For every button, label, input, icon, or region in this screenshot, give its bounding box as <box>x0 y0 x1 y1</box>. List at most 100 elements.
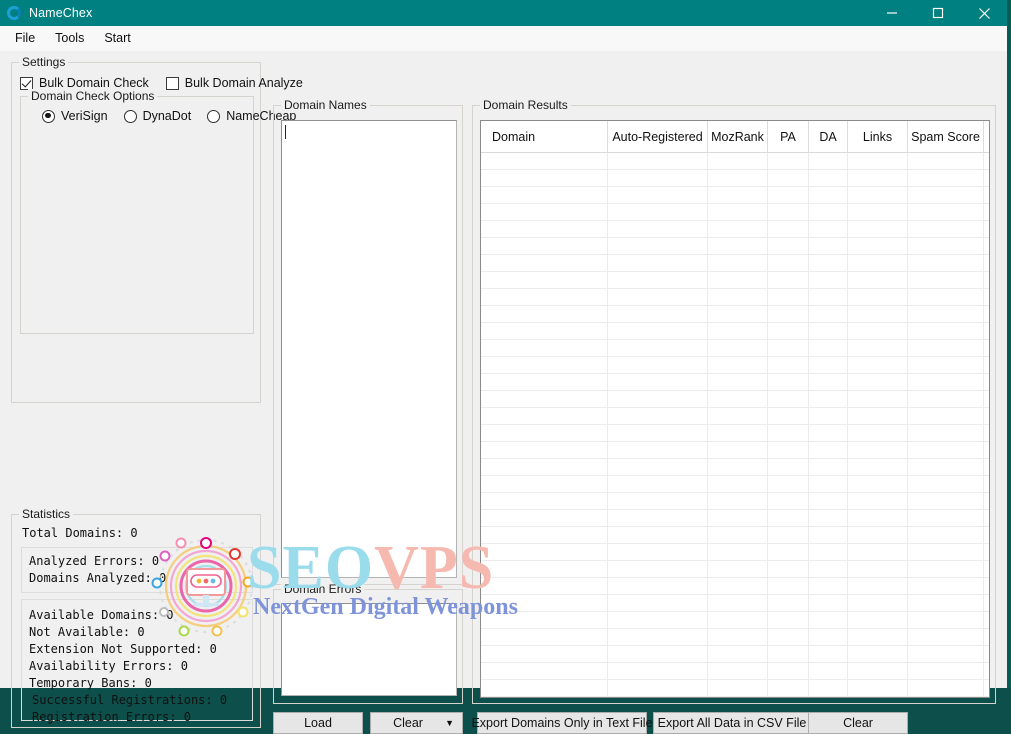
column-header-domain[interactable]: Domain <box>481 121 608 153</box>
table-row[interactable] <box>481 204 989 221</box>
table-cell <box>708 527 768 544</box>
table-cell <box>908 238 984 255</box>
close-button[interactable] <box>961 0 1007 26</box>
table-cell <box>908 646 984 663</box>
table-cell <box>908 476 984 493</box>
table-cell <box>708 170 768 187</box>
domain-errors-input[interactable] <box>281 603 457 696</box>
table-cell <box>708 408 768 425</box>
table-row[interactable] <box>481 153 989 170</box>
table-cell <box>608 187 708 204</box>
maximize-button[interactable] <box>915 0 961 26</box>
minimize-button[interactable] <box>869 0 915 26</box>
table-row[interactable] <box>481 663 989 680</box>
application-window: NameChex File Tools Start Settings Bulk … <box>0 0 1007 734</box>
table-row[interactable] <box>481 476 989 493</box>
table-row[interactable] <box>481 425 989 442</box>
column-header-links[interactable]: Links <box>848 121 908 153</box>
column-header-pa[interactable]: PA <box>768 121 809 153</box>
column-header-auto-registered[interactable]: Auto-Registered <box>608 121 708 153</box>
table-row[interactable] <box>481 646 989 663</box>
table-cell <box>481 459 608 476</box>
table-cell <box>768 476 809 493</box>
domain-results-title: Domain Results <box>480 98 571 112</box>
table-cell <box>984 493 989 510</box>
stat-registration-errors: Registration Errors: 0 <box>32 710 191 724</box>
table-cell <box>708 374 768 391</box>
table-cell <box>984 544 989 561</box>
load-button[interactable]: Load <box>273 712 363 734</box>
table-row[interactable] <box>481 340 989 357</box>
table-row[interactable] <box>481 527 989 544</box>
table-cell <box>848 544 908 561</box>
clear-results-button[interactable]: Clear <box>808 712 908 734</box>
table-row[interactable] <box>481 221 989 238</box>
radio-verisign[interactable] <box>42 109 55 123</box>
table-cell <box>608 306 708 323</box>
table-cell <box>708 204 768 221</box>
table-row[interactable] <box>481 238 989 255</box>
table-row[interactable] <box>481 493 989 510</box>
table-row[interactable] <box>481 578 989 595</box>
table-row[interactable] <box>481 612 989 629</box>
table-cell <box>848 204 908 221</box>
domain-names-input[interactable] <box>281 120 457 578</box>
stat-extension-not-supported: Extension Not Supported: 0 <box>29 642 217 656</box>
table-row[interactable] <box>481 170 989 187</box>
table-row[interactable] <box>481 306 989 323</box>
table-row[interactable] <box>481 629 989 646</box>
chevron-down-icon[interactable]: ▼ <box>445 718 462 728</box>
table-row[interactable] <box>481 323 989 340</box>
table-cell <box>608 595 708 612</box>
table-cell <box>984 170 989 187</box>
table-row[interactable] <box>481 459 989 476</box>
table-cell <box>481 510 608 527</box>
table-cell <box>708 544 768 561</box>
column-header-mozrank[interactable]: MozRank <box>708 121 768 153</box>
table-row[interactable] <box>481 697 989 698</box>
table-cell <box>809 578 848 595</box>
table-cell <box>481 153 608 170</box>
table-cell <box>768 170 809 187</box>
table-cell <box>809 272 848 289</box>
table-cell <box>768 425 809 442</box>
window-controls <box>869 0 1007 26</box>
menu-item-tools[interactable]: Tools <box>47 28 94 49</box>
table-cell <box>908 459 984 476</box>
table-row[interactable] <box>481 187 989 204</box>
table-cell <box>848 391 908 408</box>
bulk-domain-check-checkbox[interactable] <box>20 76 33 90</box>
column-header-da[interactable]: DA <box>809 121 848 153</box>
table-row[interactable] <box>481 272 989 289</box>
table-cell <box>848 255 908 272</box>
table-row[interactable] <box>481 391 989 408</box>
column-header-blank[interactable] <box>984 121 989 153</box>
table-cell <box>481 238 608 255</box>
export-all-csv-button[interactable]: Export All Data in CSV File <box>653 712 811 734</box>
menu-item-start[interactable]: Start <box>96 28 140 49</box>
table-row[interactable] <box>481 289 989 306</box>
table-cell <box>481 544 608 561</box>
radio-namecheap[interactable] <box>207 109 221 123</box>
table-row[interactable] <box>481 442 989 459</box>
table-row[interactable] <box>481 561 989 578</box>
menu-item-file[interactable]: File <box>7 28 45 49</box>
table-row[interactable] <box>481 680 989 697</box>
table-row[interactable] <box>481 510 989 527</box>
export-domains-text-button[interactable]: Export Domains Only in Text File <box>471 712 653 734</box>
table-row[interactable] <box>481 357 989 374</box>
table-cell <box>809 340 848 357</box>
column-header-spam-score[interactable]: Spam Score <box>908 121 984 153</box>
domain-errors-title: Domain Errors <box>281 582 365 596</box>
table-row[interactable] <box>481 544 989 561</box>
radio-dynadot[interactable] <box>123 109 137 123</box>
table-cell <box>908 306 984 323</box>
table-row[interactable] <box>481 595 989 612</box>
bulk-domain-analyze-checkbox[interactable] <box>165 76 179 90</box>
table-row[interactable] <box>481 255 989 272</box>
table-row[interactable] <box>481 374 989 391</box>
table-row[interactable] <box>481 408 989 425</box>
table-cell <box>768 612 809 629</box>
clear-domains-split-button[interactable]: Clear ▼ <box>370 712 463 734</box>
domain-results-table[interactable]: Domain Auto-Registered MozRank PA DA Links Spa… <box>480 120 990 698</box>
